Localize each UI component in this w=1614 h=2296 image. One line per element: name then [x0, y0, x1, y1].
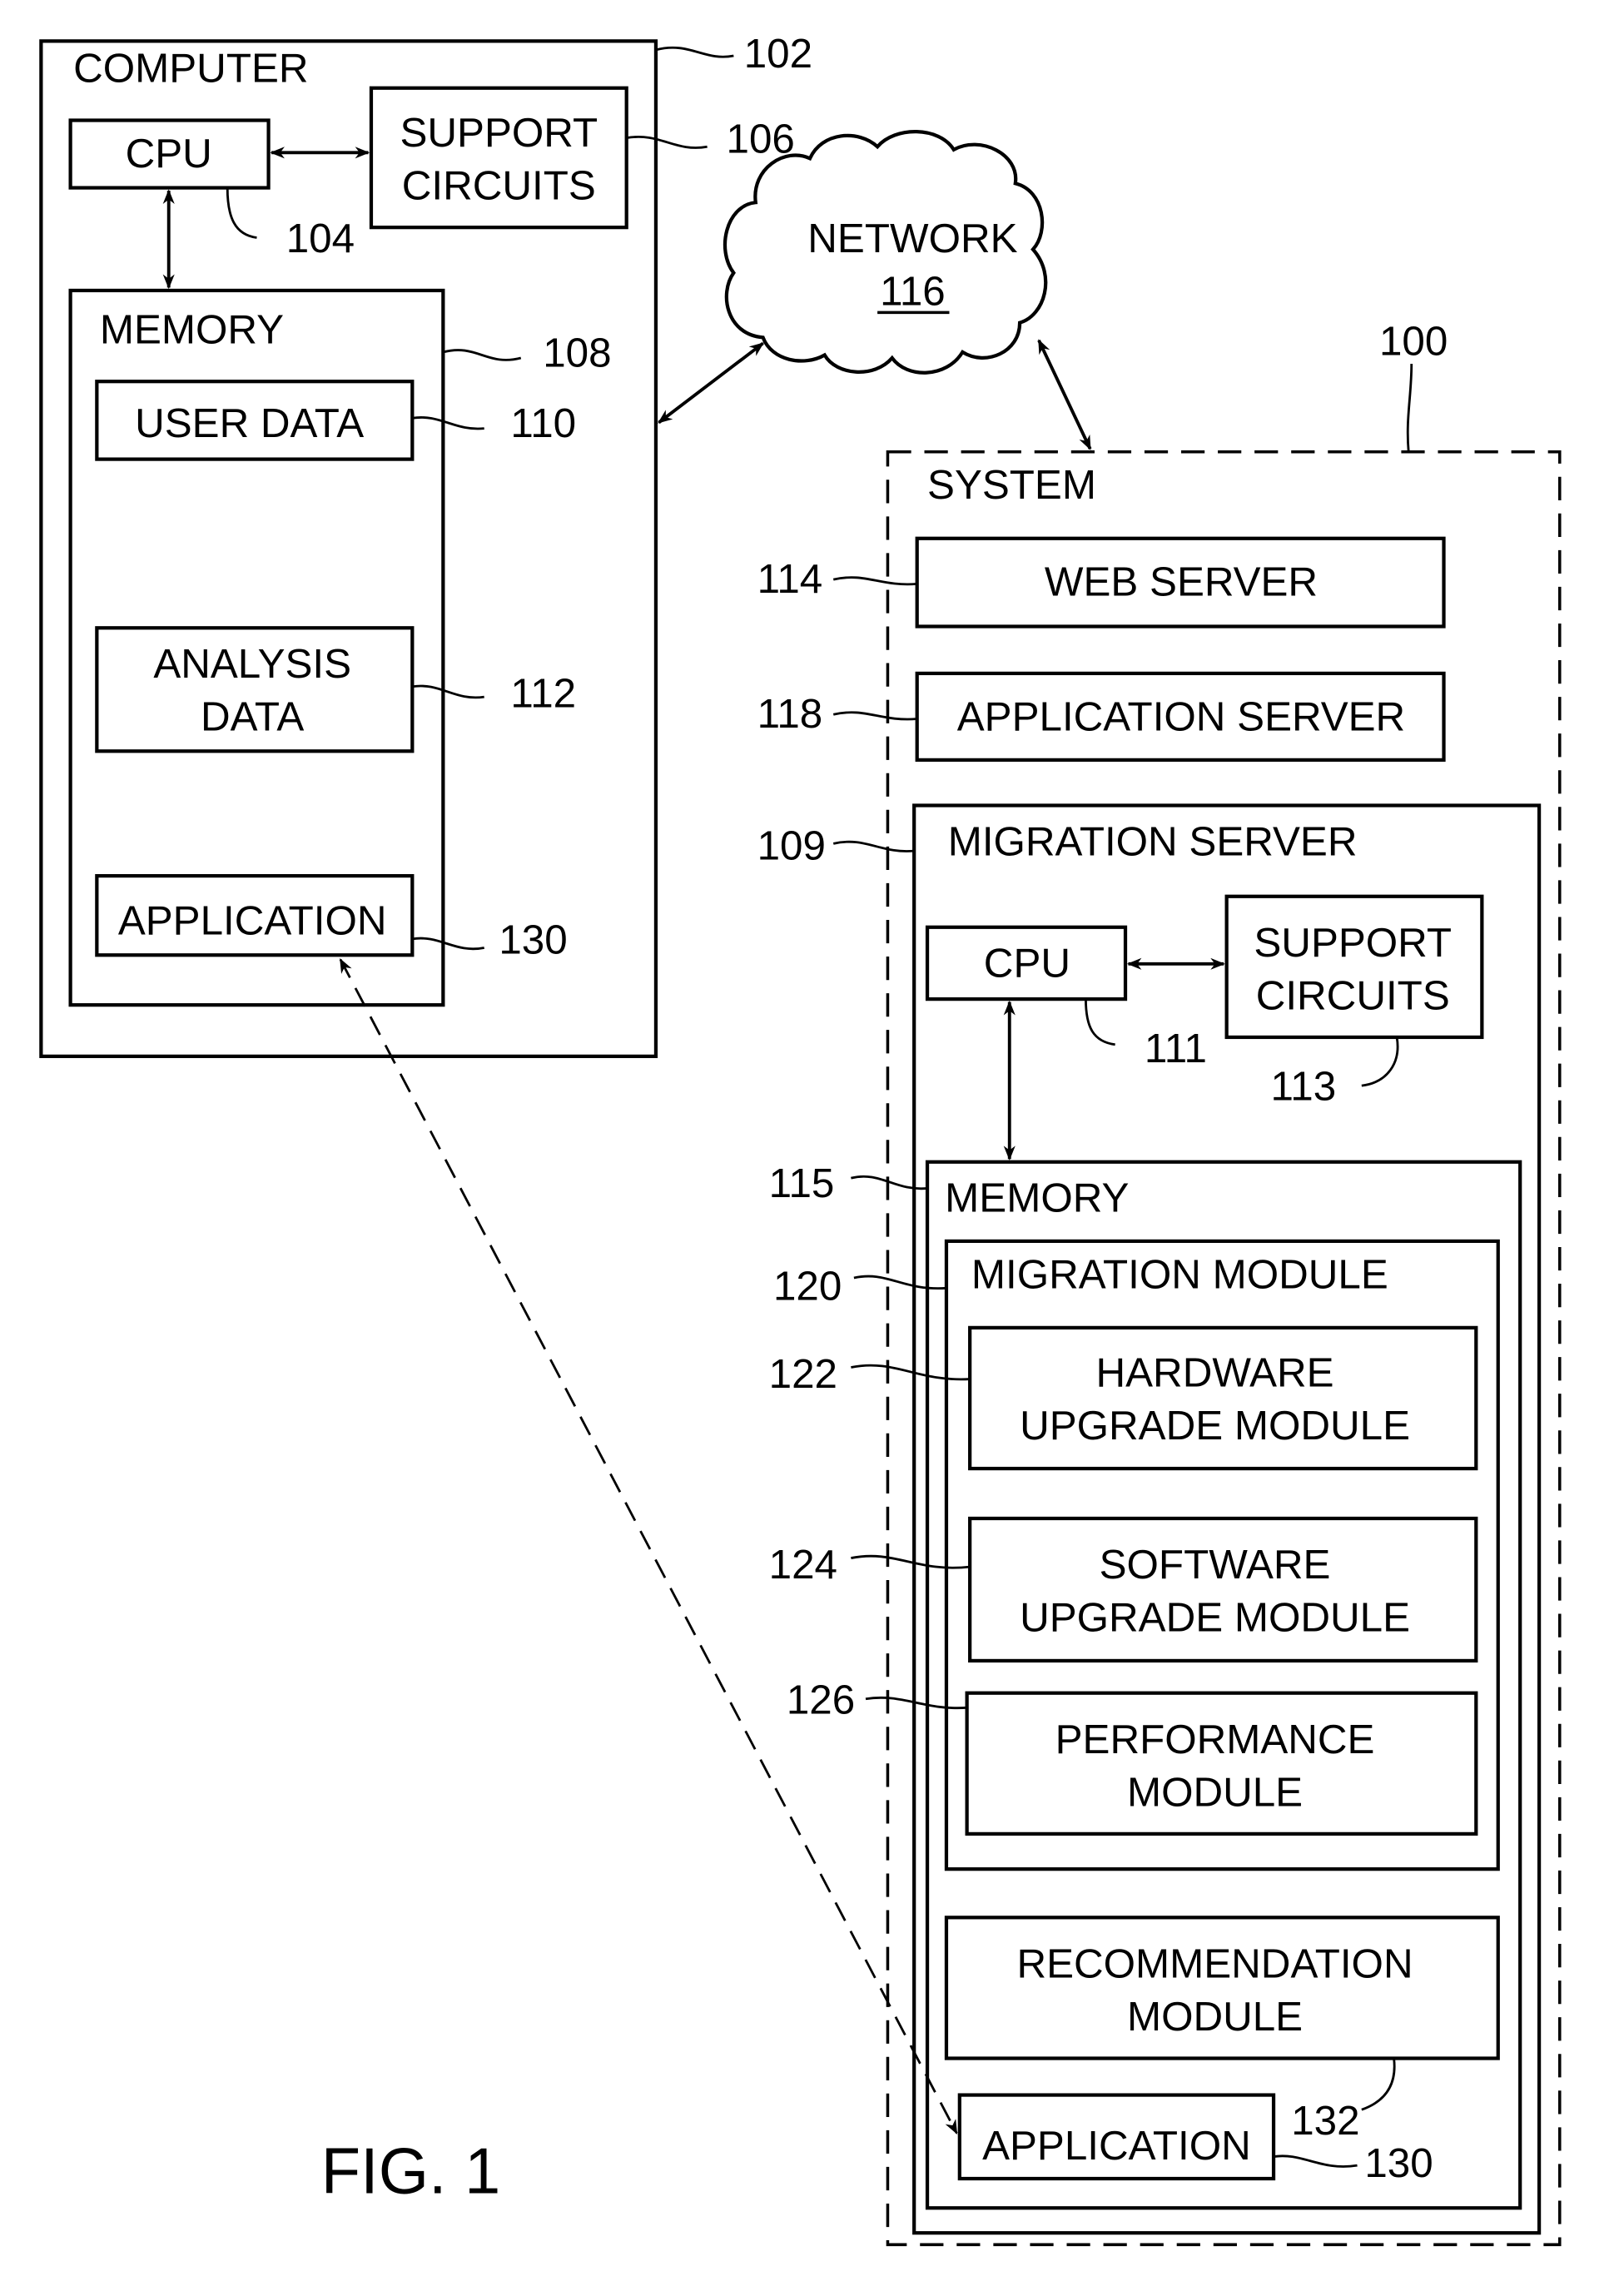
hardware-ref: 122	[769, 1351, 837, 1397]
system-title: SYSTEM	[927, 462, 1096, 508]
system-ref: 100	[1379, 318, 1448, 364]
user-data-label: USER DATA	[135, 400, 364, 446]
migration-module-title: MIGRATION MODULE	[971, 1251, 1388, 1297]
app-server-ref: 118	[757, 691, 823, 737]
cpu-ref: 104	[286, 216, 355, 261]
recommendation-line1: RECOMMENDATION	[1016, 1941, 1413, 1987]
ms-support-line2: CIRCUITS	[1256, 972, 1450, 1018]
network-system-arrow	[1037, 339, 1092, 450]
computer-ref: 102	[744, 31, 812, 77]
software-line2: UPGRADE MODULE	[1020, 1595, 1410, 1641]
ms-memory-title: MEMORY	[945, 1175, 1129, 1221]
ms-application-label: APPLICATION	[982, 2123, 1251, 2169]
software-line1: SOFTWARE	[1100, 1542, 1331, 1588]
analysis-line2: DATA	[201, 694, 304, 740]
migration-server-ref: 109	[757, 823, 826, 869]
recommendation-ref: 132	[1291, 2098, 1359, 2144]
computer-title: COMPUTER	[73, 46, 308, 92]
performance-ref: 126	[787, 1677, 855, 1722]
hardware-line2: UPGRADE MODULE	[1020, 1403, 1410, 1449]
ms-memory-ref: 115	[769, 1160, 835, 1206]
application-ref: 130	[499, 917, 567, 963]
system-ref-leader	[1406, 364, 1413, 452]
network-cloud: NETWORK 116	[723, 130, 1048, 375]
web-server-label: WEB SERVER	[1045, 559, 1318, 604]
computer-network-arrow	[658, 341, 765, 425]
computer-block: COMPUTER 102 CPU 104 SUPPORT CIRCUITS 10…	[39, 31, 812, 1058]
migration-server-ref-leader	[832, 840, 915, 852]
memory-title: MEMORY	[100, 306, 284, 352]
support-ref: 106	[727, 116, 795, 162]
web-server-ref-leader	[832, 576, 917, 586]
support-line1: SUPPORT	[400, 110, 598, 156]
performance-line2: MODULE	[1127, 1769, 1303, 1815]
cpu-label: CPU	[126, 131, 212, 176]
computer-ref-leader	[655, 46, 734, 58]
analysis-ref: 112	[510, 670, 576, 716]
ms-cpu-ref: 111	[1145, 1026, 1207, 1071]
app-server-label: APPLICATION SERVER	[957, 694, 1405, 740]
user-data-ref: 110	[510, 400, 576, 446]
migration-module-ref: 120	[773, 1263, 842, 1309]
ms-cpu-label: CPU	[984, 941, 1070, 986]
recommendation-line2: MODULE	[1127, 1994, 1303, 2040]
network-label: NETWORK	[807, 216, 1017, 261]
web-server-ref: 114	[757, 556, 823, 602]
analysis-line1: ANALYSIS	[153, 641, 351, 687]
software-ref: 124	[769, 1542, 837, 1588]
memory-ref: 108	[543, 330, 611, 376]
support-line2: CIRCUITS	[402, 163, 596, 209]
hardware-line1: HARDWARE	[1096, 1349, 1334, 1395]
app-server-ref-leader	[832, 711, 917, 721]
ms-support-line1: SUPPORT	[1254, 920, 1452, 966]
application-label: APPLICATION	[118, 898, 387, 944]
ms-application-ref: 130	[1364, 2140, 1433, 2186]
figure-caption: FIG. 1	[321, 2136, 500, 2208]
ms-support-ref: 113	[1271, 1064, 1337, 1110]
network-ref: 116	[880, 269, 946, 315]
system-block: 100 SYSTEM WEB SERVER 114 APPLICATION SE…	[757, 318, 1562, 2247]
application-link-arrow	[339, 957, 958, 2134]
patent-figure: COMPUTER 102 CPU 104 SUPPORT CIRCUITS 10…	[39, 31, 1562, 2247]
migration-server-title: MIGRATION SERVER	[948, 818, 1358, 864]
performance-line1: PERFORMANCE	[1055, 1717, 1375, 1762]
